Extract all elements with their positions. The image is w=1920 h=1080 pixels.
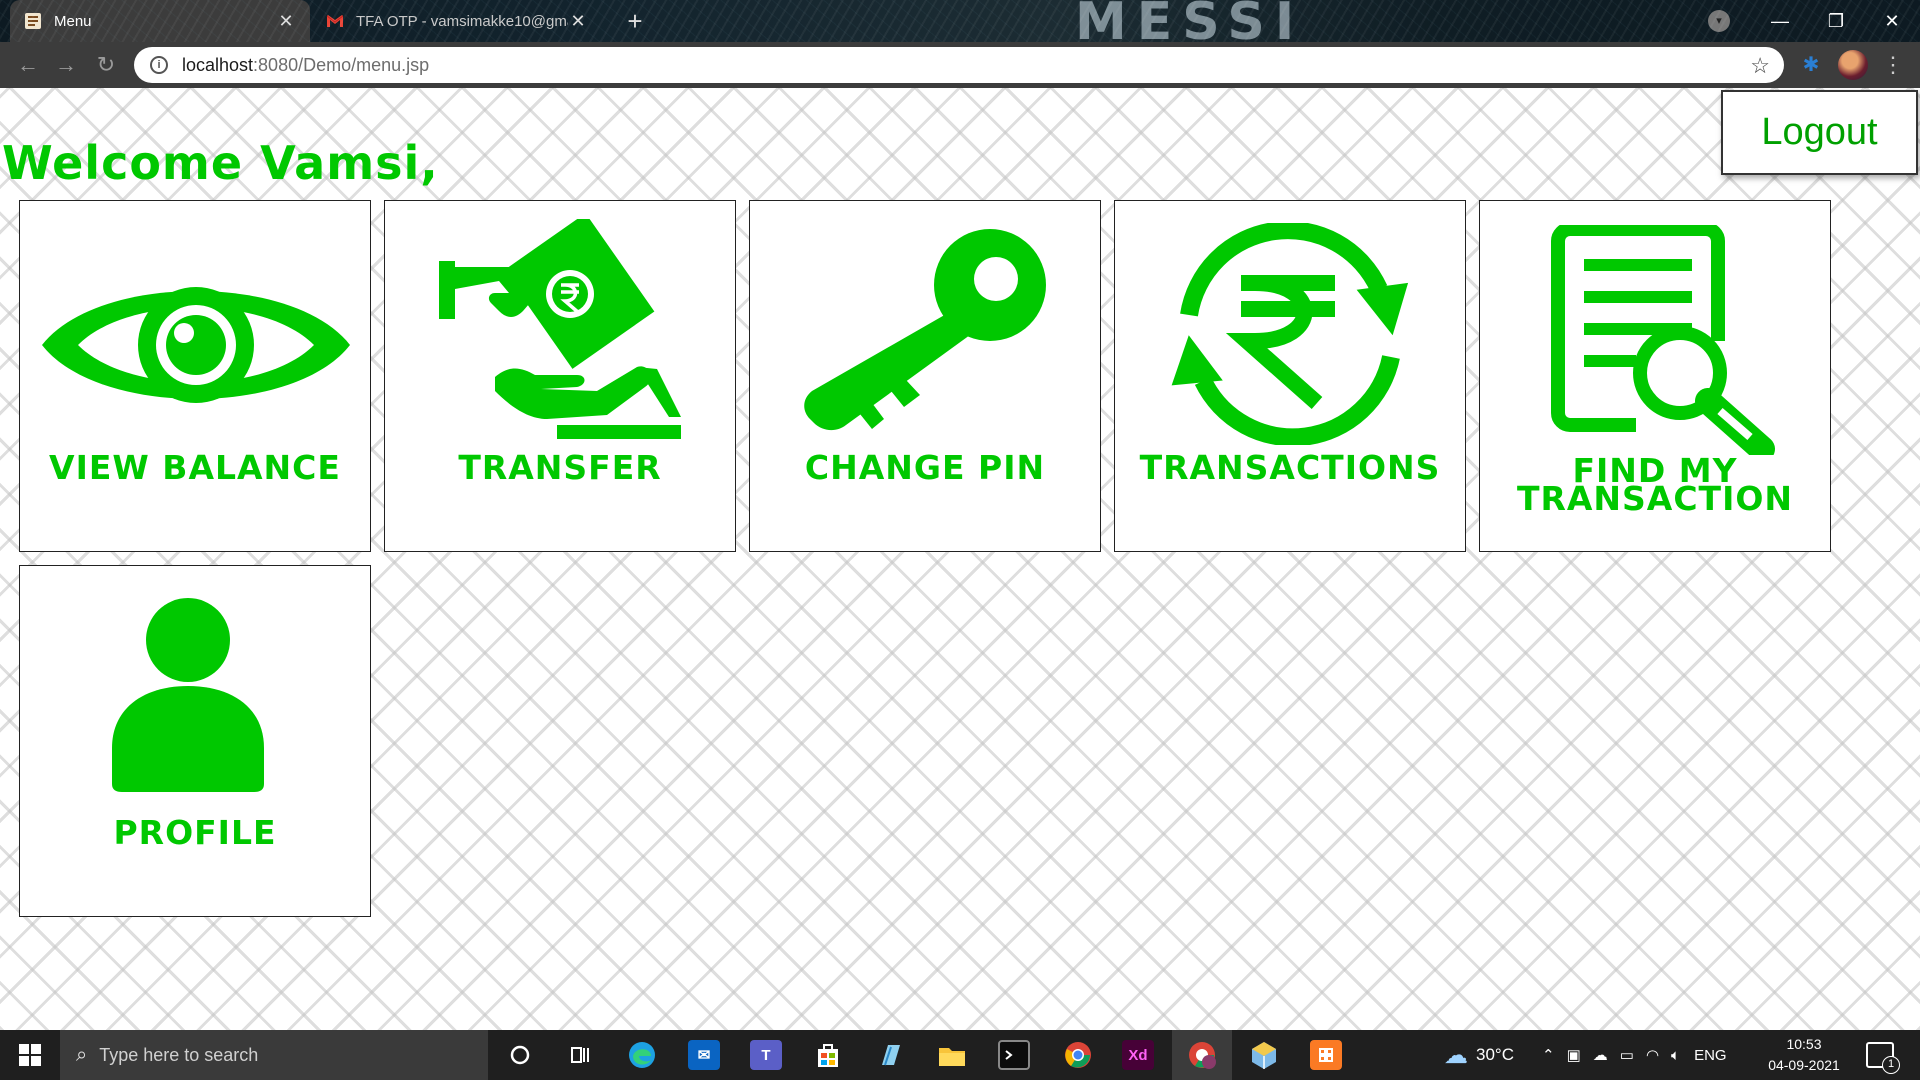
eye-icon	[42, 287, 350, 403]
meet-now-icon[interactable]: ▣	[1567, 1046, 1581, 1064]
windows-taskbar: ⌕ Type here to search ✉ T Xd ☁ 30°C ⌃ ▣ …	[0, 1030, 1920, 1080]
file-explorer-icon[interactable]	[936, 1040, 968, 1070]
page-viewport: Welcome Vamsi, Logout VIEW BALANCE TRANS…	[0, 88, 1920, 1030]
tab-search-icon[interactable]: ▾	[1708, 10, 1730, 32]
volume-icon[interactable]: 🔈︎	[1671, 1047, 1680, 1064]
tab-title: Menu	[54, 12, 92, 30]
chrome-icon[interactable]	[1062, 1040, 1094, 1070]
notification-center-icon[interactable]: 1	[1866, 1042, 1900, 1074]
card-label-line2: TRANSACTION	[1516, 479, 1794, 518]
onedrive-icon[interactable]: ☁	[1593, 1046, 1608, 1064]
close-tab-icon[interactable]: ✕	[568, 11, 588, 32]
new-tab-button[interactable]: +	[620, 6, 650, 36]
transactions-card[interactable]: TRANSACTIONS	[1114, 200, 1466, 552]
card-label: PROFILE	[113, 813, 277, 852]
terminal-icon[interactable]	[998, 1040, 1030, 1070]
rupee-exchange-icon	[1171, 223, 1409, 445]
address-bar[interactable]: i localhost:8080/Demo/menu.jsp ☆	[134, 47, 1784, 83]
cortana-icon[interactable]	[504, 1040, 536, 1070]
back-icon[interactable]: ←	[14, 51, 42, 79]
browser-toolbar: ← → ↻ i localhost:8080/Demo/menu.jsp ☆ ✱…	[0, 42, 1920, 88]
key-icon	[804, 229, 1046, 431]
close-window-icon[interactable]: ✕	[1864, 0, 1920, 42]
money-transfer-icon	[439, 219, 681, 439]
cloud-icon: ☁	[1444, 1041, 1468, 1069]
transfer-card[interactable]: TRANSFER	[384, 200, 736, 552]
card-label: VIEW BALANCE	[49, 448, 341, 487]
close-tab-icon[interactable]: ✕	[276, 11, 296, 32]
view-balance-card[interactable]: VIEW BALANCE	[19, 200, 371, 552]
windows-logo-icon	[19, 1044, 41, 1066]
forward-icon[interactable]: →	[52, 51, 80, 79]
profile-card[interactable]: PROFILE	[19, 565, 371, 917]
weather-temp: 30°C	[1476, 1045, 1514, 1064]
change-pin-card[interactable]: CHANGE PIN	[749, 200, 1101, 552]
url-text: localhost:8080/Demo/menu.jsp	[182, 54, 430, 75]
clock-time: 10:53	[1786, 1036, 1822, 1052]
card-label: TRANSFER	[458, 448, 662, 487]
reload-icon[interactable]: ↻	[92, 51, 120, 79]
gmail-favicon-icon	[326, 12, 344, 30]
start-button[interactable]	[0, 1030, 60, 1080]
minimize-icon[interactable]: —	[1752, 0, 1808, 42]
browser-menu-icon[interactable]: ⋮	[1882, 51, 1904, 79]
xampp-icon[interactable]	[1310, 1040, 1342, 1070]
system-tray: ⌃ ▣ ☁ ▭ ◠ 🔈︎ ENG	[1542, 1030, 1727, 1080]
extensions-puzzle-icon[interactable]: ✱	[1800, 54, 1822, 76]
find-my-transaction-card[interactable]: FIND MY TRANSACTION	[1479, 200, 1831, 552]
battery-icon[interactable]: ▭	[1620, 1046, 1634, 1064]
search-placeholder: Type here to search	[99, 1044, 259, 1065]
edge-icon[interactable]	[626, 1040, 658, 1070]
tab-gmail[interactable]: TFA OTP - vamsimakke10@gmail ✕	[312, 0, 602, 42]
tab-title: TFA OTP - vamsimakke10@gmail	[356, 12, 568, 30]
store-icon[interactable]	[812, 1040, 844, 1070]
tab-menu[interactable]: Menu ✕	[10, 0, 310, 42]
notepad-icon[interactable]	[874, 1040, 906, 1070]
profile-avatar[interactable]	[1838, 50, 1868, 80]
teams-icon[interactable]: T	[750, 1040, 782, 1070]
clock[interactable]: 10:53 04-09-2021	[1762, 1034, 1846, 1076]
language-indicator[interactable]: ENG	[1694, 1047, 1727, 1064]
card-label: TRANSACTIONS	[1139, 448, 1441, 487]
restore-icon[interactable]: ❐	[1808, 0, 1864, 42]
chrome-profile-icon[interactable]	[1186, 1040, 1218, 1070]
notification-badge: 1	[1882, 1056, 1900, 1074]
mail-icon[interactable]: ✉	[688, 1040, 720, 1070]
wifi-icon[interactable]: ◠	[1646, 1046, 1659, 1064]
bookmark-star-icon[interactable]: ☆	[1750, 53, 1770, 79]
welcome-heading: Welcome Vamsi,	[2, 136, 439, 190]
logout-button[interactable]: Logout	[1721, 90, 1918, 175]
adobe-xd-icon[interactable]: Xd	[1122, 1040, 1154, 1070]
search-icon: ⌕	[76, 1043, 88, 1066]
document-search-icon	[1551, 225, 1775, 455]
user-icon	[112, 598, 264, 792]
browser-tab-bar: Menu ✕ TFA OTP - vamsimakke10@gmail ✕ + …	[0, 0, 1920, 52]
site-info-icon[interactable]: i	[150, 56, 168, 74]
virtualbox-icon[interactable]	[1248, 1040, 1280, 1070]
chevron-up-icon[interactable]: ⌃	[1542, 1046, 1555, 1064]
card-label: CHANGE PIN	[804, 448, 1046, 487]
taskbar-search-input[interactable]: ⌕ Type here to search	[60, 1030, 488, 1080]
weather-widget[interactable]: ☁ 30°C	[1444, 1030, 1514, 1080]
clock-date: 04-09-2021	[1768, 1057, 1840, 1073]
task-view-icon[interactable]	[564, 1040, 596, 1070]
menu-favicon-icon	[24, 12, 42, 30]
